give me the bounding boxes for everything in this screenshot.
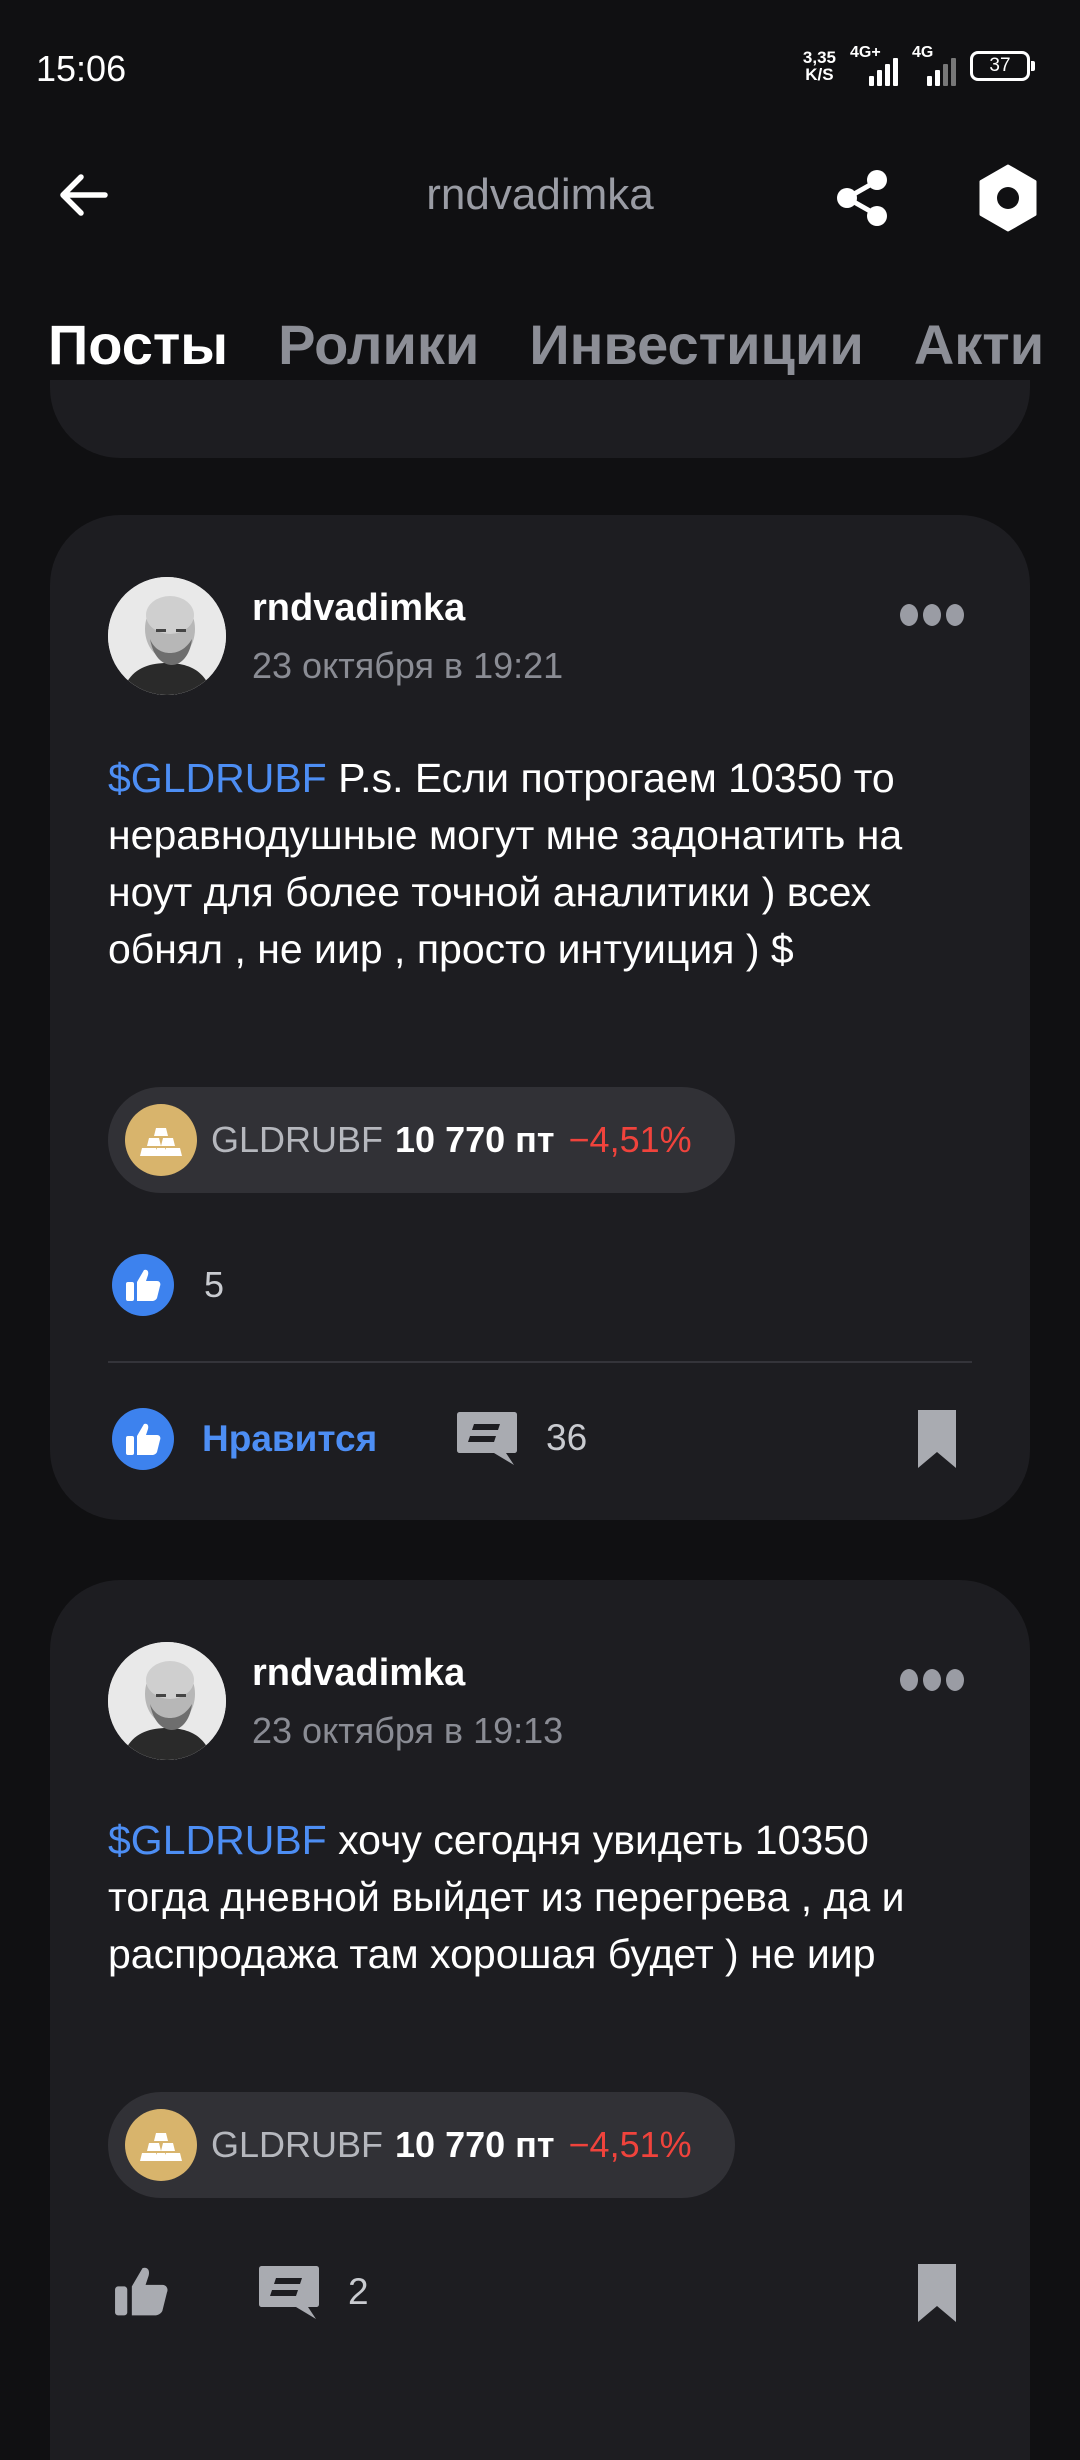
ticker-link[interactable]: $GLDRUBF [108, 1817, 327, 1863]
comment-icon [457, 1412, 517, 1465]
instrument-change: −4,51% [568, 1119, 692, 1160]
thumbs-up-icon [112, 1254, 174, 1316]
gold-bars-icon [125, 1104, 197, 1176]
settings-button[interactable] [968, 158, 1048, 238]
thumbs-up-icon [112, 1408, 174, 1470]
status-icons: 3,35 K/S 4G+ 4G 37 [803, 44, 1035, 88]
network-speed: 3,35 K/S [803, 49, 836, 83]
status-bar: 15:06 3,35 K/S 4G+ 4G 37 [0, 0, 1080, 135]
post-author[interactable]: rndvadimka [252, 1652, 465, 1695]
instrument-change: −4,51% [568, 2124, 692, 2165]
settings-icon [979, 164, 1037, 232]
battery-icon: 37 [970, 51, 1035, 81]
network-speed-unit: K/S [805, 65, 834, 84]
comments-button[interactable]: 36 [454, 1408, 587, 1468]
share-button[interactable] [822, 158, 902, 238]
tab-videos[interactable]: Ролики [278, 312, 479, 382]
post-date: 23 октября в 19:13 [252, 1710, 564, 1751]
share-icon [837, 170, 887, 226]
signal-icon: 4G [912, 44, 956, 86]
more-options-button[interactable] [898, 597, 968, 633]
post-text: $GLDRUBF P.s. Если потрогаем 10350 то не… [108, 750, 972, 978]
avatar-photo [108, 1642, 226, 1760]
instrument-price: 10 770 пт [395, 2124, 555, 2165]
avatar[interactable] [108, 1642, 226, 1760]
tab-posts[interactable]: Посты [48, 312, 228, 382]
profile-tabs: Посты Ролики Инвестиции Акти [48, 312, 1044, 382]
bookmark-button[interactable] [914, 2262, 960, 2324]
comments-button[interactable]: 2 [256, 2262, 369, 2322]
comments-count: 36 [546, 1417, 588, 1458]
instrument-ticker: GLDRUBF [211, 2124, 384, 2165]
post-card: rndvadimka 23 октября в 19:13 $GLDRUBF х… [50, 1580, 1030, 2460]
status-time: 15:06 [36, 48, 127, 89]
avatar-photo [108, 577, 226, 695]
instrument-chip[interactable]: GLDRUBF 10 770 пт −4,51% [108, 2092, 735, 2198]
comments-count: 2 [348, 2271, 369, 2312]
bookmark-button[interactable] [914, 1408, 960, 1470]
post-card: rndvadimka 23 октября в 19:21 $GLDRUBF P… [50, 515, 1030, 1520]
network-speed-value: 3,35 [802, 48, 836, 67]
signal-icon: 4G+ [850, 44, 898, 86]
previous-post-card [50, 380, 1030, 458]
like-button[interactable] [112, 2262, 170, 2320]
gold-bars-icon [125, 2109, 197, 2181]
instrument-ticker: GLDRUBF [211, 1119, 384, 1160]
bookmark-icon [918, 2264, 956, 2322]
avatar[interactable] [108, 577, 226, 695]
likes-summary[interactable]: 5 [112, 1253, 224, 1317]
more-options-button[interactable] [898, 1662, 968, 1698]
instrument-price: 10 770 пт [395, 1119, 555, 1160]
instrument-chip[interactable]: GLDRUBF 10 770 пт −4,51% [108, 1087, 735, 1193]
post-date: 23 октября в 19:21 [252, 645, 564, 686]
page-title: rndvadimka [426, 170, 654, 219]
thumbs-up-icon [115, 2267, 168, 2316]
post-author[interactable]: rndvadimka [252, 587, 465, 630]
profile-header: rndvadimka [0, 140, 1080, 250]
comment-icon [259, 2266, 319, 2319]
like-label: Нравится [202, 1418, 378, 1459]
divider [108, 1361, 972, 1363]
more-dots-icon [900, 604, 964, 626]
ticker-link[interactable]: $GLDRUBF [108, 755, 327, 801]
tab-activity[interactable]: Акти [914, 312, 1044, 382]
like-button[interactable]: Нравится [112, 1408, 377, 1470]
bookmark-icon [918, 1410, 956, 1468]
more-dots-icon [900, 1669, 964, 1691]
signal-type-label: 4G+ [850, 44, 881, 61]
tab-investments[interactable]: Инвестиции [529, 312, 863, 382]
post-text: $GLDRUBF хочу сегодня увидеть 10350 тогд… [108, 1812, 972, 1983]
battery-level: 37 [989, 55, 1011, 76]
signal-type-label: 4G [912, 44, 934, 61]
likes-count: 5 [204, 1264, 225, 1305]
